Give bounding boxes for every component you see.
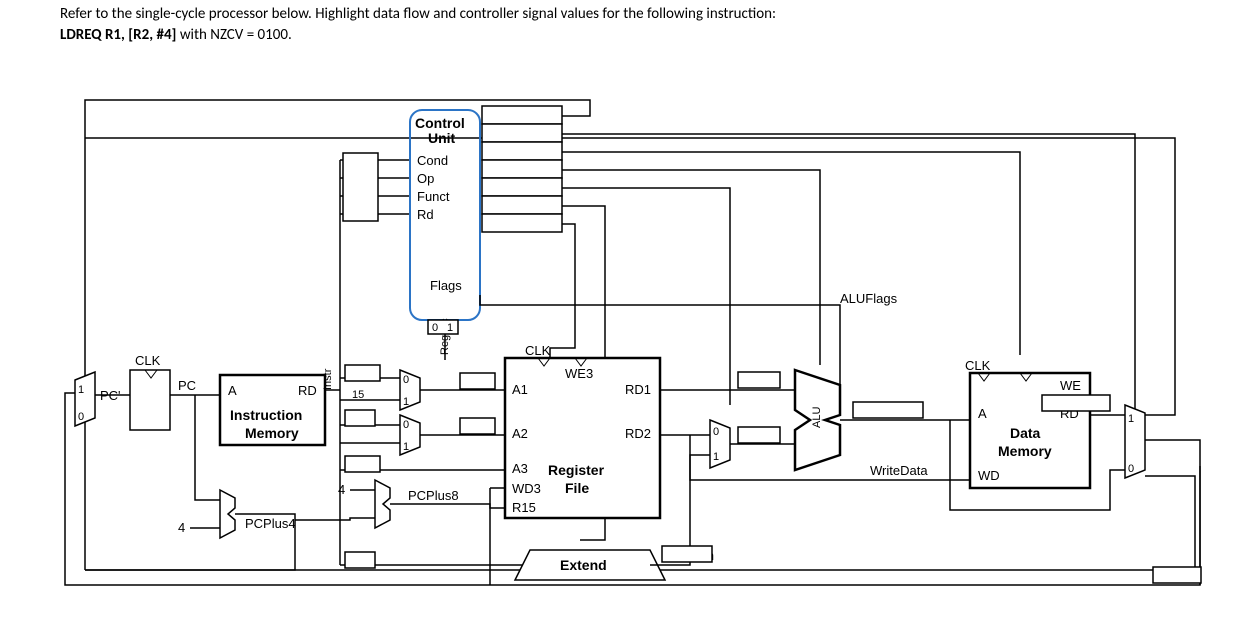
ra2m1: 1 — [403, 441, 409, 453]
mrm1: 1 — [1128, 413, 1134, 425]
rf-l1: Register — [548, 462, 605, 478]
cu-rd: Rd — [417, 207, 434, 222]
cu-title: Control — [415, 115, 465, 131]
cu-op: Op — [417, 171, 434, 186]
pcplus8: PCPlus8 — [408, 488, 459, 503]
rf-a2: A2 — [512, 426, 528, 441]
cu-flags: Flags — [430, 278, 462, 293]
pc-label: PC — [178, 378, 196, 393]
clk-pc: CLK — [135, 353, 161, 368]
question-text: Refer to the single-cycle processor belo… — [60, 4, 1210, 46]
dm-wd: WD — [978, 468, 1000, 483]
mux0: 1 — [78, 384, 84, 396]
regsrc0: 0 — [432, 322, 438, 334]
imem-a: A — [228, 383, 237, 398]
ra1m1: 1 — [403, 396, 409, 408]
cu-funct: Funct — [417, 189, 450, 204]
dm-clk: CLK — [965, 358, 991, 373]
imem-l2: Memory — [245, 425, 299, 441]
cu-cond: Cond — [417, 153, 448, 168]
alu-label: ALU — [811, 407, 823, 428]
rf-wd3: WD3 — [512, 481, 541, 496]
bits15: 15 — [352, 389, 364, 401]
mux1: 0 — [78, 411, 84, 423]
q-prompt: Refer to the single-cycle processor belo… — [60, 5, 776, 23]
sbm0: 0 — [713, 426, 719, 438]
rf-clk: CLK — [525, 343, 551, 358]
mrm0: 0 — [1128, 463, 1134, 475]
imem-rd: RD — [298, 383, 317, 398]
q-with: with NZCV = 0100. — [176, 26, 291, 44]
rf-l2: File — [565, 480, 589, 496]
dm-l2: Memory — [998, 443, 1052, 459]
rf-rd2: RD2 — [625, 426, 651, 441]
const4a: 4 — [178, 520, 185, 535]
rf-a1: A1 — [512, 382, 528, 397]
regsrc1: 1 — [447, 322, 453, 334]
ra2m0: 0 — [403, 419, 409, 431]
sbm1: 1 — [713, 451, 719, 463]
processor-diagram: 1 0 PC' CLK PC A RD Instruction Memory I… — [50, 80, 1210, 610]
aluflags: ALUFlags — [840, 291, 898, 306]
rf-rd1: RD1 — [625, 382, 651, 397]
dm-l1: Data — [1010, 425, 1041, 441]
rf-we3: WE3 — [565, 366, 593, 381]
instr-label: Instr — [322, 368, 334, 390]
dm-a: A — [978, 406, 987, 421]
dm-we: WE — [1060, 378, 1081, 393]
writedata: WriteData — [870, 463, 928, 478]
const4b: 4 — [338, 482, 345, 497]
extend: Extend — [560, 557, 607, 573]
cu-title2: Unit — [428, 130, 456, 146]
pcplus4: PCPlus4 — [245, 516, 296, 531]
rf-a3: A3 — [512, 461, 528, 476]
rf-r15: R15 — [512, 500, 536, 515]
imem-l1: Instruction — [230, 407, 302, 423]
ra1m0: 0 — [403, 374, 409, 386]
q-instruction: LDREQ R1, [R2, #4] — [60, 26, 176, 44]
